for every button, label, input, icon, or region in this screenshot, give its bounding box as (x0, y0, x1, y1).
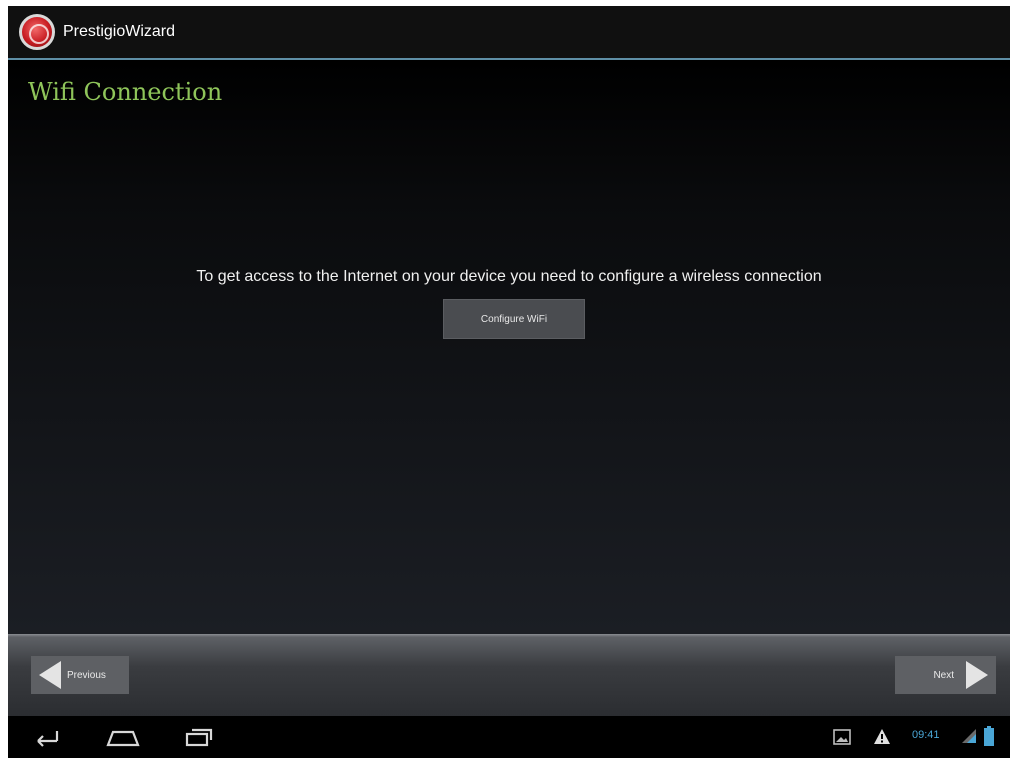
app-title-bar: PrestigioWizard (8, 6, 1010, 60)
next-label: Next (933, 669, 954, 681)
gallery-icon[interactable] (833, 729, 851, 745)
wizard-content: Wifi Connection To get access to the Int… (8, 60, 1010, 634)
next-button[interactable]: Next (895, 656, 996, 694)
previous-label: Previous (67, 669, 106, 681)
prestigio-logo-icon (19, 14, 55, 50)
back-icon[interactable] (30, 726, 62, 748)
arrow-left-icon (39, 661, 61, 689)
wifi-message: To get access to the Internet on your de… (196, 268, 822, 285)
configure-wifi-label: Configure WiFi (480, 313, 548, 325)
warning-icon[interactable] (873, 728, 891, 745)
home-icon[interactable] (106, 726, 140, 748)
device-screen: PrestigioWizard Wifi Connection To get a… (8, 6, 1010, 758)
arrow-right-icon (966, 661, 988, 689)
app-title: PrestigioWizard (63, 23, 176, 40)
previous-button[interactable]: Previous (31, 656, 129, 694)
signal-icon[interactable] (961, 728, 977, 744)
system-navigation-bar: 09:41 (8, 716, 1010, 758)
wizard-navigation-bar: Previous Next (8, 634, 1010, 716)
configure-wifi-button[interactable]: Configure WiFi (443, 299, 585, 339)
battery-icon[interactable] (983, 726, 995, 746)
status-clock[interactable]: 09:41 (912, 729, 940, 741)
page-title: Wifi Connection (28, 78, 223, 106)
recent-apps-icon[interactable] (184, 726, 214, 748)
